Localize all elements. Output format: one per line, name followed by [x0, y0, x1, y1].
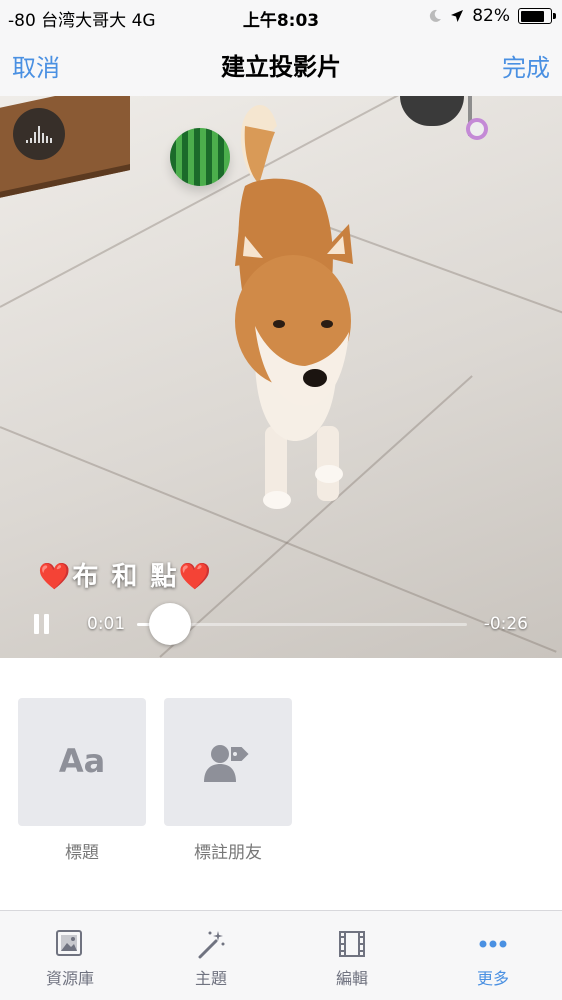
audio-button[interactable]	[13, 108, 65, 160]
title-tile-label: 標題	[65, 843, 99, 863]
heart-icon: ❤️	[178, 562, 213, 592]
tab-theme[interactable]: 主題	[161, 929, 261, 989]
slideshow-caption: ❤️布 和 點❤️	[38, 556, 213, 593]
tag-friends-option: 標註朋友	[164, 698, 292, 863]
navigation-bar: 取消 建立投影片 完成	[0, 32, 562, 96]
heart-icon: ❤️	[38, 562, 73, 592]
tag-friends-tile-button[interactable]	[164, 698, 292, 826]
film-strip-icon	[339, 931, 365, 957]
tab-more-label: 更多	[476, 969, 509, 988]
tab-library[interactable]: 資源庫	[20, 929, 120, 989]
caption-text: 布 和 點	[72, 562, 179, 592]
status-indicators: 82%	[428, 6, 556, 26]
tag-friends-tile-label: 標註朋友	[194, 843, 262, 863]
title-tile-button[interactable]: Aa	[18, 698, 146, 826]
title-option: Aa 標題	[18, 698, 146, 863]
battery-icon	[518, 8, 556, 24]
tab-more[interactable]: 更多	[443, 929, 543, 989]
watermelon-ball	[170, 128, 230, 186]
moon-icon	[430, 9, 442, 22]
tab-library-label: 資源庫	[45, 969, 94, 988]
progress-thumb[interactable]	[149, 603, 191, 645]
done-button[interactable]: 完成	[502, 48, 550, 83]
tag-person-icon	[204, 745, 252, 782]
remaining-time: -0:26	[483, 614, 528, 634]
more-dots-icon	[479, 940, 507, 948]
status-bar: -80 台湾大哥大 4G 上午8:03 82%	[0, 0, 562, 32]
playback-controls: 0:01 -0:26	[0, 600, 562, 648]
tab-edit-label: 編輯	[335, 969, 368, 988]
audio-levels-icon	[26, 126, 52, 143]
photo-library-icon	[56, 930, 82, 956]
text-aa-icon: Aa	[58, 742, 106, 780]
pause-icon	[44, 614, 49, 634]
pause-icon	[34, 614, 39, 634]
magic-wand-icon	[198, 931, 225, 959]
location-arrow-icon	[451, 10, 464, 22]
elapsed-time: 0:01	[87, 614, 126, 634]
option-tiles: Aa 標題 標註朋友	[18, 698, 292, 863]
stroller-wheel	[466, 118, 488, 140]
page-title: 建立投影片	[221, 53, 341, 81]
battery-fill	[520, 10, 545, 22]
shiba-dog-image	[235, 104, 353, 509]
pause-button[interactable]	[34, 614, 52, 634]
tab-edit[interactable]: 編輯	[302, 929, 402, 989]
tab-theme-label: 主題	[194, 969, 227, 988]
battery-percent: 82%	[472, 6, 510, 26]
tab-bar: 資源庫 主題 編輯 更多	[0, 910, 562, 1000]
